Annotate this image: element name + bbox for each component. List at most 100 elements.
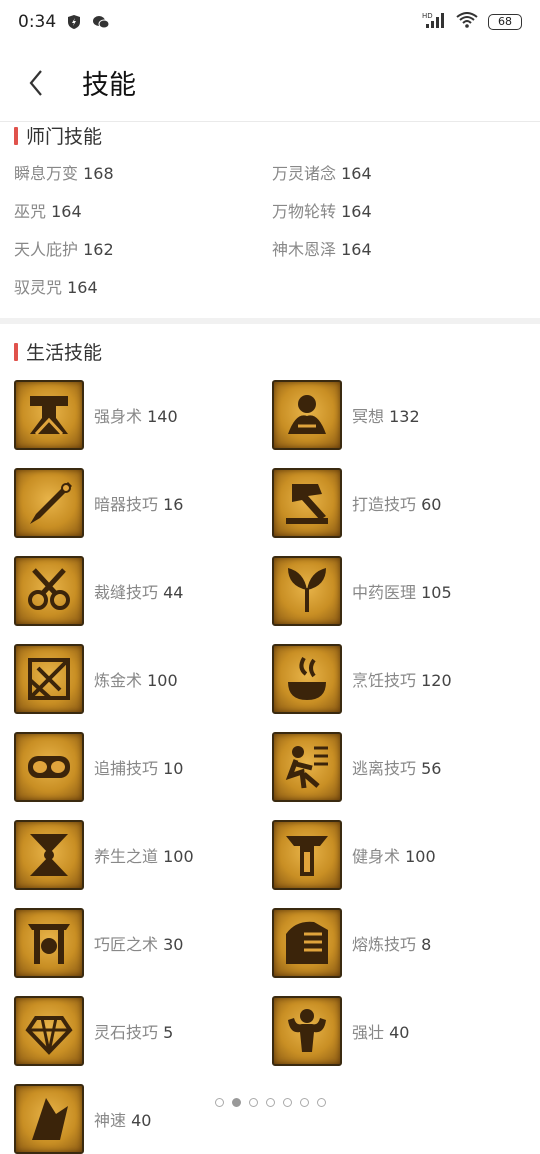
life-skill-label: 炼金术 100: [94, 667, 178, 691]
skill-name: 打造技巧: [352, 495, 417, 514]
shield-icon: [66, 14, 82, 30]
life-skill-item[interactable]: 强身术 140: [14, 380, 264, 450]
skill-level: 100: [163, 847, 194, 866]
gem-icon: [14, 996, 84, 1066]
life-skill-item[interactable]: 烹饪技巧 120: [272, 644, 522, 714]
craftsman-icon: [14, 908, 84, 978]
life-skill-label: 打造技巧 60: [352, 491, 441, 515]
skill-level: 16: [163, 495, 184, 514]
life-skill-item[interactable]: 强壮 40: [272, 996, 522, 1066]
life-skill-item[interactable]: 养生之道 100: [14, 820, 264, 890]
life-skill-item[interactable]: 炼金术 100: [14, 644, 264, 714]
skill-name: 烹饪技巧: [352, 671, 417, 690]
dart-icon: [14, 468, 84, 538]
speed-icon: [14, 1084, 84, 1154]
scissors-icon: [14, 556, 84, 626]
pager-dot[interactable]: [265, 1098, 275, 1107]
skill-level: 5: [163, 1023, 174, 1042]
skill-name: 中药医理: [352, 583, 417, 602]
life-skill-label: 熔炼技巧 8: [352, 931, 431, 955]
skill-level: 44: [163, 583, 184, 602]
life-skill-item[interactable]: 追捕技巧 10: [14, 732, 264, 802]
school-skill-item: 万灵诸念 164: [272, 160, 372, 184]
life-skill-item[interactable]: 冥想 132: [272, 380, 522, 450]
skill-level: 40: [389, 1023, 410, 1042]
skill-level: 100: [405, 847, 436, 866]
pager-dot[interactable]: [299, 1098, 309, 1107]
skill-level: 105: [421, 583, 452, 602]
network-label: HD: [422, 12, 433, 20]
skill-name: 神木恩泽: [272, 240, 337, 259]
skill-level: 162: [83, 240, 114, 259]
school-skill-item: 天人庇护 162: [14, 236, 114, 260]
pager-dots: [0, 1098, 540, 1114]
life-skill-item[interactable]: 健身术 100: [272, 820, 522, 890]
section-title: 生活技能: [14, 338, 102, 365]
life-skill-label: 逃离技巧 56: [352, 755, 441, 779]
pager-dot[interactable]: [282, 1098, 292, 1107]
life-skill-label: 中药医理 105: [352, 579, 452, 603]
skill-name: 灵石技巧: [94, 1023, 159, 1042]
skill-name: 追捕技巧: [94, 759, 159, 778]
status-bar: 0:34 HD 68: [0, 0, 540, 44]
life-skill-label: 养生之道 100: [94, 843, 194, 867]
skill-level: 164: [341, 202, 372, 221]
life-skill-item[interactable]: 神速 40: [14, 1084, 264, 1154]
skill-level: 164: [51, 202, 82, 221]
page-title: 技能: [82, 70, 136, 101]
herb-icon: [272, 556, 342, 626]
pager-dot[interactable]: [231, 1098, 241, 1107]
life-skill-label: 灵石技巧 5: [94, 1019, 173, 1043]
pager-dot[interactable]: [316, 1098, 326, 1107]
life-skill-item[interactable]: 裁缝技巧 44: [14, 556, 264, 626]
skill-name: 万物轮转: [272, 202, 337, 221]
pager-dot[interactable]: [214, 1098, 224, 1107]
smelting-icon: [272, 908, 342, 978]
section-title-text: 生活技能: [26, 342, 103, 364]
life-skill-item[interactable]: 巧匠之术 30: [14, 908, 264, 978]
life-skill-label: 裁缝技巧 44: [94, 579, 183, 603]
alchemy-icon: [14, 644, 84, 714]
wifi-icon: [456, 11, 478, 33]
back-button[interactable]: [0, 44, 72, 122]
life-skill-item[interactable]: 暗器技巧 16: [14, 468, 264, 538]
section-accent-bar: [14, 126, 18, 145]
life-skill-item[interactable]: 熔炼技巧 8: [272, 908, 522, 978]
skill-name: 强壮: [352, 1023, 385, 1042]
escape-icon: [272, 732, 342, 802]
app-header: 技能: [0, 44, 540, 122]
skill-name: 瞬息万变: [14, 164, 79, 183]
skill-name: 炼金术: [94, 671, 143, 690]
life-skill-label: 冥想 132: [352, 403, 420, 427]
life-skill-label: 暗器技巧 16: [94, 491, 183, 515]
skill-name: 冥想: [352, 407, 385, 426]
pager-dot[interactable]: [248, 1098, 258, 1107]
cooking-icon: [272, 644, 342, 714]
battery-indicator: 68: [488, 14, 522, 30]
skill-name: 逃离技巧: [352, 759, 417, 778]
chevron-left-icon: [29, 69, 42, 96]
skill-name: 天人庇护: [14, 240, 79, 259]
fitness-icon: [272, 820, 342, 890]
school-skills-section: 师门技能 瞬息万变 168 万灵诸念 164 巫咒 164 万物轮转 164 天…: [0, 122, 540, 318]
skill-level: 100: [147, 671, 178, 690]
skill-name: 巧匠之术: [94, 935, 159, 954]
life-skill-item[interactable]: 逃离技巧 56: [272, 732, 522, 802]
life-skill-item[interactable]: 打造技巧 60: [272, 468, 522, 538]
section-divider: [0, 318, 540, 324]
meditate-icon: [272, 380, 342, 450]
life-skill-item[interactable]: 中药医理 105: [272, 556, 522, 626]
school-skill-item: 神木恩泽 164: [272, 236, 372, 260]
life-skill-label: 强身术 140: [94, 403, 178, 427]
skill-name: 万灵诸念: [272, 164, 337, 183]
skill-name: 养生之道: [94, 847, 159, 866]
health-icon: [14, 820, 84, 890]
school-skill-item: 巫咒 164: [14, 198, 82, 222]
section-accent-bar: [14, 342, 18, 361]
skill-level: 164: [341, 164, 372, 183]
skill-level: 120: [421, 671, 452, 690]
life-skill-item[interactable]: 灵石技巧 5: [14, 996, 264, 1066]
skill-level: 10: [163, 759, 184, 778]
skill-name: 强身术: [94, 407, 143, 426]
life-skill-label: 烹饪技巧 120: [352, 667, 452, 691]
